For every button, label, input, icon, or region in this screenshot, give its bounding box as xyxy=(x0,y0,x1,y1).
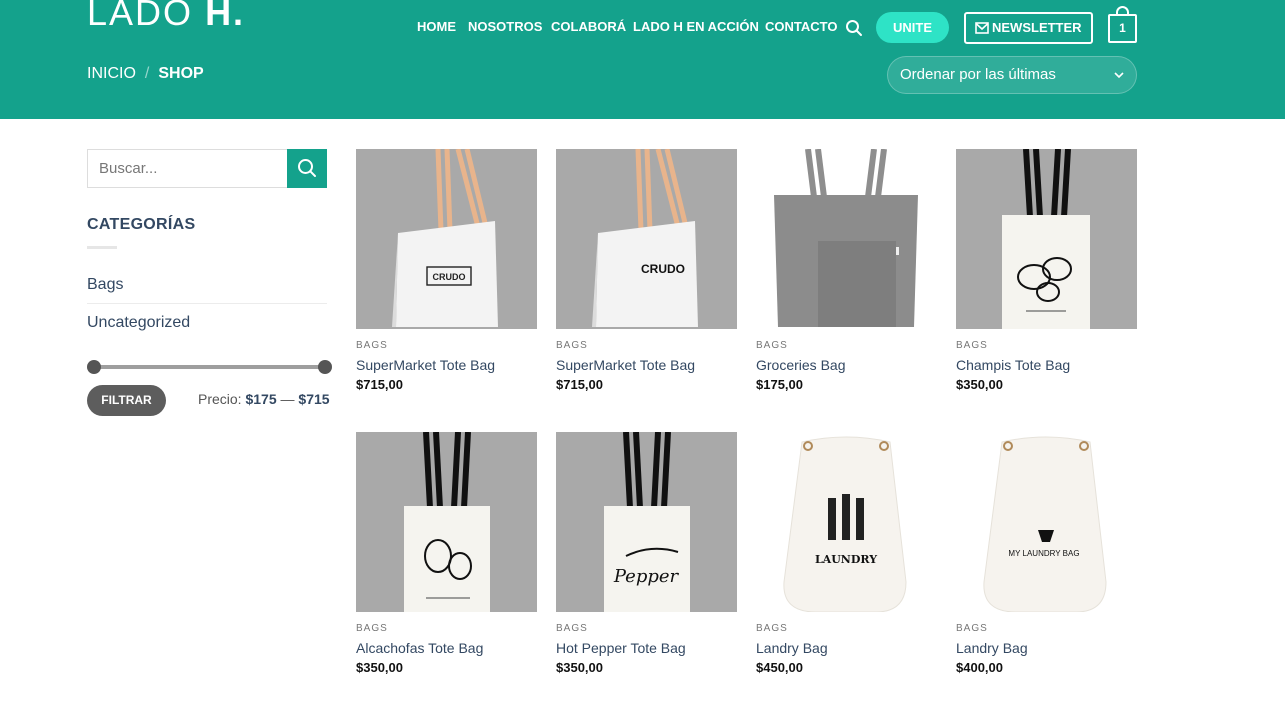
svg-text:MY LAUNDRY BAG: MY LAUNDRY BAG xyxy=(1008,549,1079,558)
filter-button[interactable]: FILTRAR xyxy=(87,385,166,416)
search-input[interactable]: Buscar... xyxy=(87,149,288,188)
product-image[interactable]: CRUDO xyxy=(356,149,537,329)
product-image[interactable] xyxy=(356,432,537,612)
product-title[interactable]: Landry Bag xyxy=(756,640,828,656)
svg-text:CRUDO: CRUDO xyxy=(433,272,466,282)
product-card[interactable]: MY LAUNDRY BAG BAGS Landry Bag $400,00 xyxy=(956,432,1137,702)
nav-contacto[interactable]: CONTACTO xyxy=(765,19,837,37)
product-category[interactable]: BAGS xyxy=(356,340,388,351)
product-card[interactable]: Pepper BAGS Hot Pepper Tote Bag $350,00 xyxy=(556,432,737,702)
cart-icon[interactable]: 1 xyxy=(1108,6,1137,43)
product-title[interactable]: SuperMarket Tote Bag xyxy=(556,357,695,373)
product-price: $400,00 xyxy=(956,660,1003,675)
product-price: $715,00 xyxy=(356,377,403,392)
product-category[interactable]: BAGS xyxy=(956,623,988,634)
envelope-icon xyxy=(975,22,989,34)
product-card[interactable]: BAGS Groceries Bag $175,00 xyxy=(756,149,937,419)
product-price: $350,00 xyxy=(956,377,1003,392)
nav-nosotros[interactable]: NOSOTROS xyxy=(468,19,542,37)
price-max: $715 xyxy=(298,391,330,407)
product-title[interactable]: Groceries Bag xyxy=(756,357,845,373)
product-category[interactable]: BAGS xyxy=(756,623,788,634)
product-price: $715,00 xyxy=(556,377,603,392)
sort-selected-value: Ordenar por las últimas xyxy=(900,66,1056,83)
product-category[interactable]: BAGS xyxy=(556,623,588,634)
price-range-label: Precio: $175 — $715 xyxy=(198,391,330,407)
breadcrumb: INICIO / SHOP xyxy=(87,65,204,83)
product-title[interactable]: Landry Bag xyxy=(956,640,1028,656)
product-category[interactable]: BAGS xyxy=(356,623,388,634)
unite-button[interactable]: UNITE xyxy=(876,12,949,43)
cart-count: 1 xyxy=(1108,14,1137,43)
product-price: $350,00 xyxy=(356,660,403,675)
search-icon xyxy=(298,159,316,177)
product-image[interactable] xyxy=(956,149,1137,329)
category-link-uncategorized[interactable]: Uncategorized xyxy=(87,314,190,332)
product-image[interactable]: Pepper xyxy=(556,432,737,612)
site-logo[interactable]: LADO H. xyxy=(87,0,245,34)
price-slider-max-handle[interactable] xyxy=(318,360,332,374)
categories-heading: CATEGORÍAS xyxy=(87,216,196,233)
product-card[interactable]: BAGS Champis Tote Bag $350,00 xyxy=(956,149,1137,419)
category-link-bags[interactable]: Bags xyxy=(87,276,123,294)
product-category[interactable]: BAGS xyxy=(956,340,988,351)
svg-text:CRUDO: CRUDO xyxy=(641,262,685,276)
product-image[interactable]: CRUDO xyxy=(556,149,737,329)
price-slider-track[interactable] xyxy=(93,365,325,369)
product-title[interactable]: Alcachofas Tote Bag xyxy=(356,640,483,656)
product-card[interactable]: LAUNDRY BAGS Landry Bag $450,00 xyxy=(756,432,937,702)
price-min: $175 xyxy=(245,391,277,407)
product-category[interactable]: BAGS xyxy=(556,340,588,351)
product-card[interactable]: BAGS Alcachofas Tote Bag $350,00 xyxy=(356,432,537,702)
nav-colabora[interactable]: COLABORÁ xyxy=(551,19,626,37)
svg-text:LAUNDRY: LAUNDRY xyxy=(815,553,877,566)
nav-lado-h-en-accion[interactable]: LADO H EN ACCIÓN xyxy=(633,19,759,37)
site-header: LADO H. HOME NOSOTROS COLABORÁ LADO H EN… xyxy=(0,0,1285,119)
product-card[interactable]: CRUDO BAGS SuperMarket Tote Bag $715,00 xyxy=(556,149,737,419)
product-price: $350,00 xyxy=(556,660,603,675)
chevron-down-icon xyxy=(1114,72,1124,79)
product-price: $450,00 xyxy=(756,660,803,675)
search-submit-button[interactable] xyxy=(287,149,327,188)
product-category[interactable]: BAGS xyxy=(756,340,788,351)
breadcrumb-current: SHOP xyxy=(158,65,204,82)
sort-select[interactable]: Ordenar por las últimas xyxy=(887,56,1137,94)
search-icon[interactable] xyxy=(845,19,863,37)
breadcrumb-home[interactable]: INICIO xyxy=(87,65,136,82)
product-card[interactable]: CRUDO BAGS SuperMarket Tote Bag $715,00 xyxy=(356,149,537,419)
svg-text:Pepper: Pepper xyxy=(613,566,680,587)
price-slider-min-handle[interactable] xyxy=(87,360,101,374)
product-image[interactable]: MY LAUNDRY BAG xyxy=(956,432,1137,612)
product-title[interactable]: Hot Pepper Tote Bag xyxy=(556,640,686,656)
nav-home[interactable]: HOME xyxy=(417,19,456,37)
product-image[interactable]: LAUNDRY xyxy=(756,432,937,612)
category-divider xyxy=(87,303,327,304)
product-title[interactable]: SuperMarket Tote Bag xyxy=(356,357,495,373)
product-title[interactable]: Champis Tote Bag xyxy=(956,357,1070,373)
newsletter-label: NEWSLETTER xyxy=(992,20,1082,35)
newsletter-button[interactable]: NEWSLETTER xyxy=(964,12,1093,44)
breadcrumb-separator: / xyxy=(144,65,150,82)
product-image[interactable] xyxy=(756,149,937,329)
heading-divider xyxy=(87,246,117,249)
product-price: $175,00 xyxy=(756,377,803,392)
